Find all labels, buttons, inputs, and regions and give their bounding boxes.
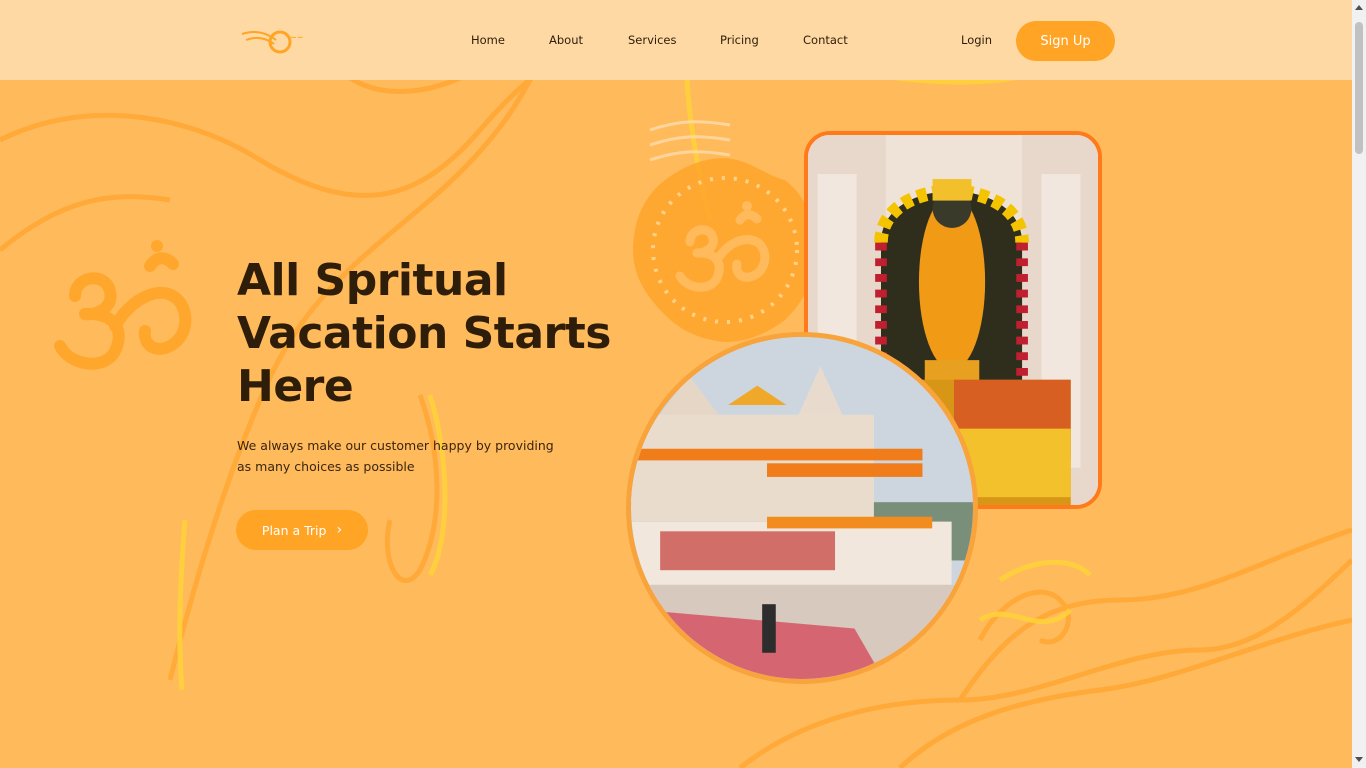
hero-title-line-2: Vacation Starts: [237, 308, 611, 359]
logo[interactable]: ~~: [240, 24, 320, 58]
login-link[interactable]: Login: [961, 33, 992, 47]
scroll-down-arrow-icon[interactable]: [1355, 757, 1363, 762]
nav-pricing[interactable]: Pricing: [720, 33, 759, 47]
hero-subtitle-line-1: We always make our customer happy by pro…: [237, 438, 554, 453]
hero-subtitle: We always make our customer happy by pro…: [237, 435, 567, 477]
chevron-right-icon: ›: [336, 522, 343, 538]
om-seal-icon: [633, 158, 817, 342]
nav-home[interactable]: Home: [471, 33, 505, 47]
signup-button[interactable]: Sign Up: [1016, 21, 1115, 61]
hero-subtitle-line-2: as many choices as possible: [237, 459, 415, 474]
hero-title: All Spritual Vacation Starts Here: [237, 254, 657, 413]
nav-contact[interactable]: Contact: [803, 33, 848, 47]
scroll-up-arrow-icon[interactable]: [1355, 5, 1363, 10]
nav-services[interactable]: Services: [628, 33, 677, 47]
temple-photo: [626, 332, 978, 684]
scrollbar-thumb[interactable]: [1355, 22, 1363, 154]
svg-text:~~: ~~: [290, 33, 303, 42]
om-icon: [54, 240, 192, 370]
hero-title-line-3: Here: [237, 361, 354, 412]
nav-about[interactable]: About: [549, 33, 583, 47]
top-navbar: ~~ Home About Services Pricing Contact L…: [0, 0, 1352, 80]
plan-trip-button[interactable]: Plan a Trip ›: [236, 510, 368, 550]
plan-trip-label: Plan a Trip: [261, 522, 327, 538]
hero-title-line-1: All Spritual: [237, 255, 508, 306]
scrollbar[interactable]: [1352, 0, 1366, 768]
